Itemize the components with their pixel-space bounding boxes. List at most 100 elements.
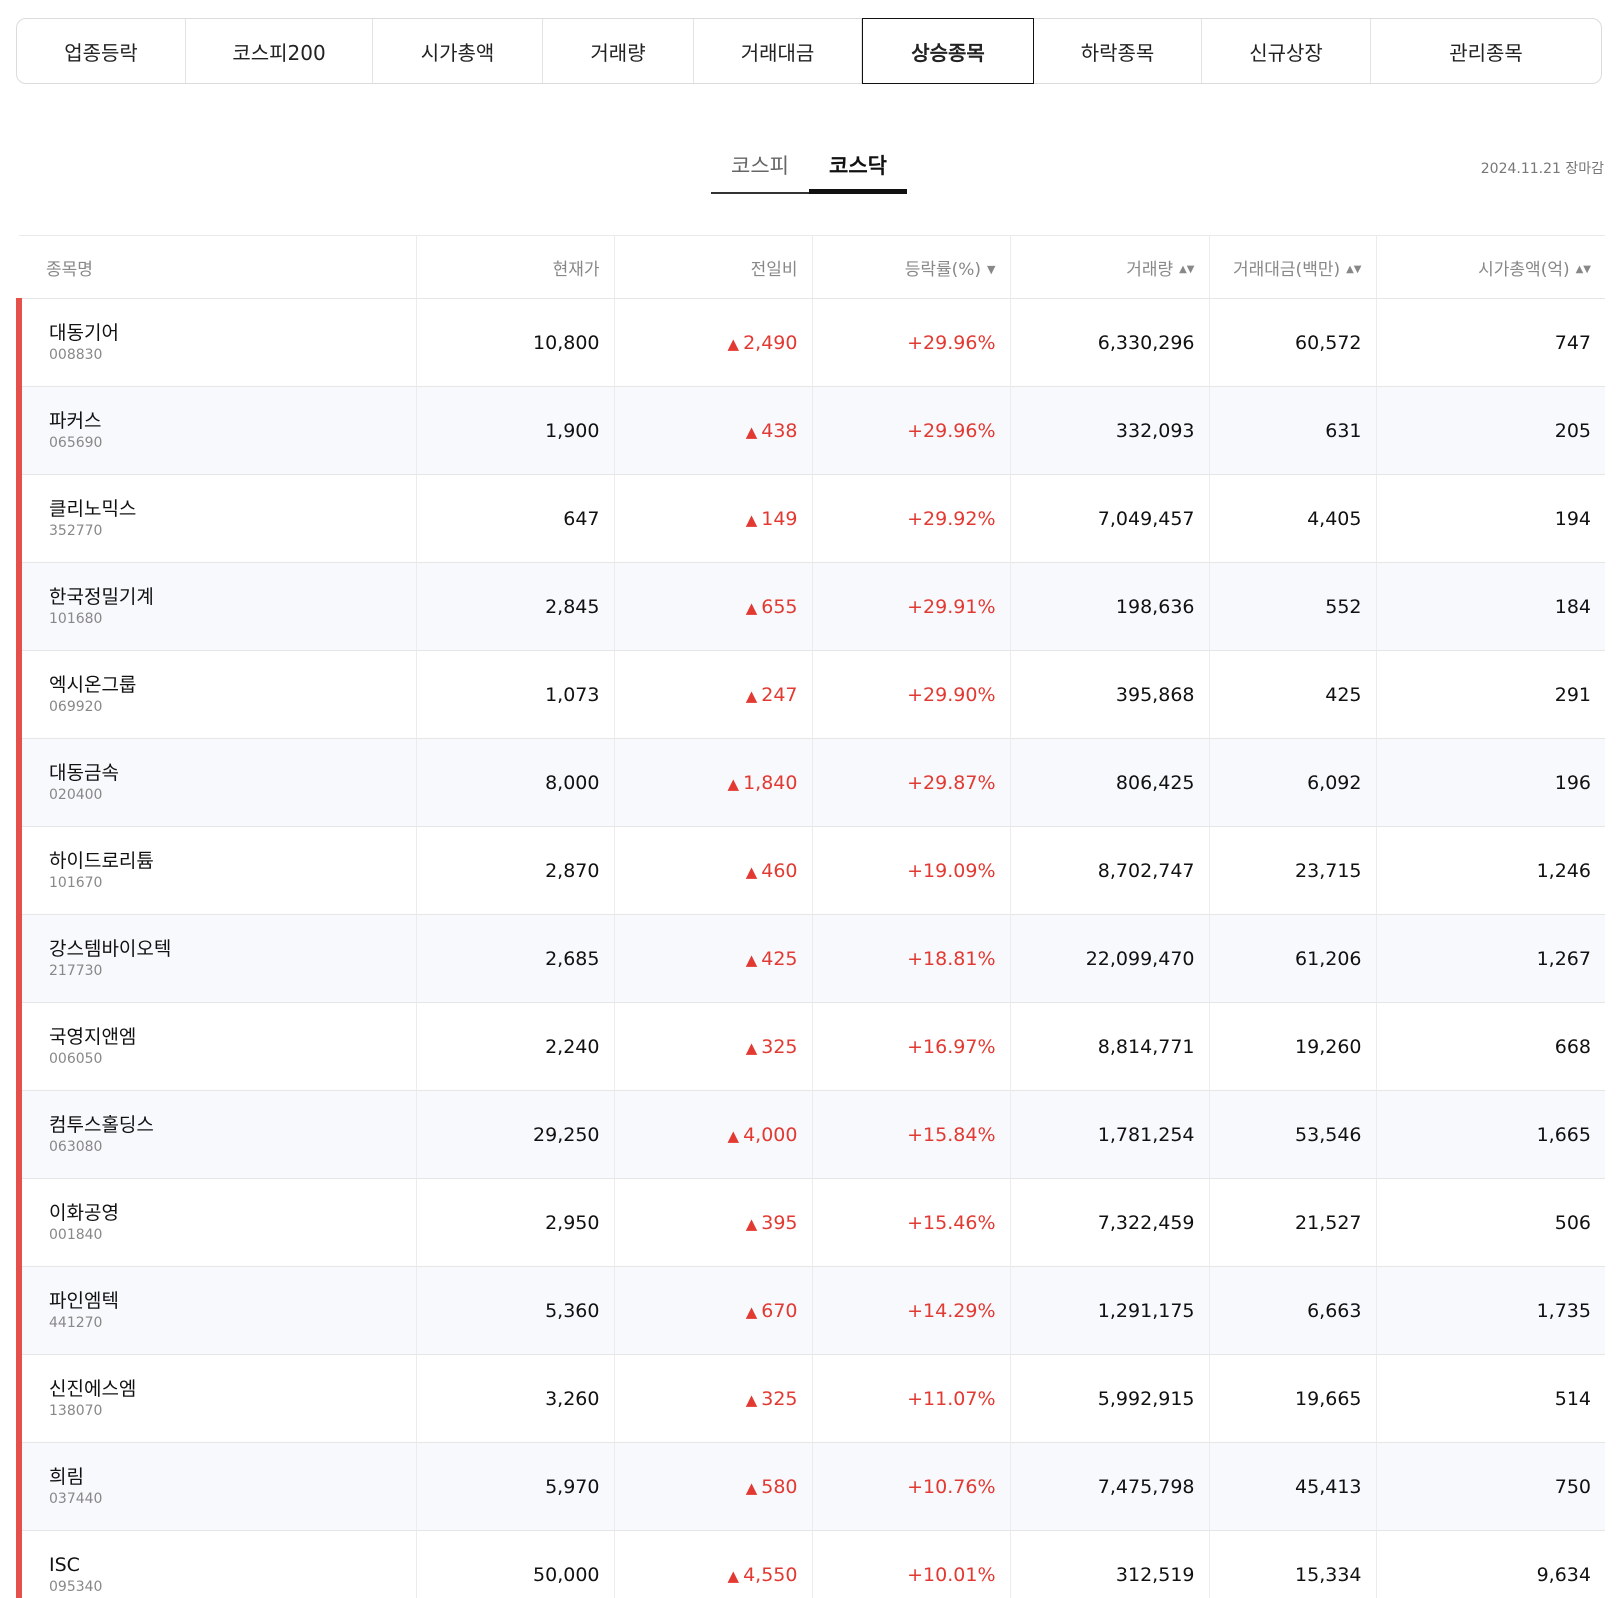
table-row[interactable]: 하이드로리튬 101670 2,870 ▲ 460 +19.09% 8,702,747 23,… (16, 826, 1605, 915)
tab-rising[interactable]: 상승종목 (862, 18, 1034, 84)
stock-name-cell[interactable]: 신진에스엠 138070 (16, 1354, 417, 1443)
volume-cell: 312,519 (1010, 1530, 1210, 1598)
stock-name-cell[interactable]: 하이드로리튬 101670 (16, 826, 417, 915)
rate-cell: +15.84% (812, 1090, 1011, 1179)
stock-name-cell[interactable]: 파커스 065690 (16, 386, 417, 475)
sort-desc-icon: ▼ (987, 263, 996, 276)
amount-cell: 60,572 (1209, 298, 1377, 387)
table-row[interactable]: 희림 037440 5,970 ▲ 580 +10.76% 7,475,798 45,413 7… (16, 1442, 1605, 1531)
mcap-cell: 506 (1376, 1178, 1605, 1267)
tab-kospi200[interactable]: 코스피200 (186, 19, 373, 83)
stock-name-cell[interactable]: 대동금속 020400 (16, 738, 417, 827)
market-tab-bar: 코스피 코스닥 (711, 140, 907, 194)
stock-name-cell[interactable]: ISC 095340 (16, 1530, 417, 1598)
stock-name[interactable]: 신진에스엠 (49, 1377, 402, 1401)
stock-name-cell[interactable]: 한국정밀기계 101680 (16, 562, 417, 651)
change-cell: ▲ 460 (614, 826, 813, 915)
rate-cell: +14.29% (812, 1266, 1011, 1355)
stock-name[interactable]: 한국정밀기계 (49, 585, 402, 609)
table-row[interactable]: 이화공영 001840 2,950 ▲ 395 +15.46% 7,322,459 21,52… (16, 1178, 1605, 1267)
stock-name[interactable]: 희림 (49, 1465, 402, 1489)
stock-name-cell[interactable]: 클리노믹스 352770 (16, 474, 417, 563)
table-row[interactable]: 파인엠텍 441270 5,360 ▲ 670 +14.29% 1,291,175 6,663… (16, 1266, 1605, 1355)
mcap-cell: 1,665 (1376, 1090, 1605, 1179)
table-row[interactable]: 한국정밀기계 101680 2,845 ▲ 655 +29.91% 198,636 552 18… (16, 562, 1605, 651)
stock-name[interactable]: 대동금속 (49, 761, 402, 785)
tab-falling[interactable]: 하락종목 (1034, 19, 1202, 83)
price-cell: 5,360 (416, 1266, 615, 1355)
tab-market-cap[interactable]: 시가총액 (373, 19, 543, 83)
stock-name[interactable]: 국영지앤엠 (49, 1025, 402, 1049)
up-arrow-icon: ▲ (745, 1478, 758, 1497)
stock-name[interactable]: 파인엠텍 (49, 1289, 402, 1313)
up-arrow-icon: ▲ (745, 422, 758, 441)
table-row[interactable]: 컴투스홀딩스 063080 29,250 ▲ 4,000 +15.84% 1,781,254… (16, 1090, 1605, 1179)
amount-cell: 15,334 (1209, 1530, 1377, 1598)
mcap-cell: 747 (1376, 298, 1605, 387)
stock-name[interactable]: 엑시온그룹 (49, 673, 402, 697)
tab-new-listing[interactable]: 신규상장 (1202, 19, 1371, 83)
table-row[interactable]: 클리노믹스 352770 647 ▲ 149 +29.92% 7,049,457 4,405 1… (16, 474, 1605, 563)
table-row[interactable]: 대동금속 020400 8,000 ▲ 1,840 +29.87% 806,425 6,092… (16, 738, 1605, 827)
tab-managed[interactable]: 관리종목 (1371, 19, 1601, 83)
category-tab-bar: 업종등락 코스피200 시가총액 거래량 거래대금 상승종목 하락종목 신규상장… (16, 18, 1602, 84)
stock-name[interactable]: 컴투스홀딩스 (49, 1113, 402, 1137)
stock-name[interactable]: 강스템바이오텍 (49, 937, 402, 961)
volume-cell: 7,322,459 (1010, 1178, 1210, 1267)
stock-name[interactable]: 파커스 (49, 409, 402, 433)
tab-volume[interactable]: 거래량 (543, 19, 694, 83)
table-row[interactable]: 신진에스엠 138070 3,260 ▲ 325 +11.07% 5,992,915 19,6… (16, 1354, 1605, 1443)
stock-name-cell[interactable]: 강스템바이오텍 217730 (16, 914, 417, 1003)
volume-cell: 1,781,254 (1010, 1090, 1210, 1179)
stock-name-cell[interactable]: 이화공영 001840 (16, 1178, 417, 1267)
change-value: 2,490 (743, 331, 798, 354)
rate-cell: +10.76% (812, 1442, 1011, 1531)
amount-cell: 45,413 (1209, 1442, 1377, 1531)
price-cell: 5,970 (416, 1442, 615, 1531)
stock-name[interactable]: ISC (49, 1553, 402, 1577)
price-cell: 50,000 (416, 1530, 615, 1598)
col-header-amount[interactable]: 거래대금(백만) ▲▼ (1209, 235, 1377, 299)
up-arrow-icon: ▲ (745, 1302, 758, 1321)
price-cell: 8,000 (416, 738, 615, 827)
table-row[interactable]: ISC 095340 50,000 ▲ 4,550 +10.01% 312,519 15,33… (16, 1530, 1605, 1598)
tab-kospi[interactable]: 코스피 (711, 140, 809, 194)
stock-name[interactable]: 대동기어 (49, 321, 402, 345)
stock-name[interactable]: 클리노믹스 (49, 497, 402, 521)
change-cell: ▲ 1,840 (614, 738, 813, 827)
stock-name-cell[interactable]: 희림 037440 (16, 1442, 417, 1531)
stock-name-cell[interactable]: 국영지앤엠 006050 (16, 1002, 417, 1091)
stock-table: 종목명 현재가 전일비 등락률(%) ▼ 거래량 ▲▼ 거래대금(백만) ▲▼ 시가총… (16, 235, 1605, 1598)
price-cell: 29,250 (416, 1090, 615, 1179)
mcap-cell: 1,735 (1376, 1266, 1605, 1355)
volume-cell: 1,291,175 (1010, 1266, 1210, 1355)
stock-name-cell[interactable]: 대동기어 008830 (16, 298, 417, 387)
tab-sector[interactable]: 업종등락 (17, 19, 186, 83)
rate-cell: +15.46% (812, 1178, 1011, 1267)
col-header-mcap[interactable]: 시가총액(억) ▲▼ (1376, 235, 1605, 299)
mcap-cell: 205 (1376, 386, 1605, 475)
up-arrow-icon: ▲ (745, 686, 758, 705)
volume-cell: 332,093 (1010, 386, 1210, 475)
table-row[interactable]: 강스템바이오텍 217730 2,685 ▲ 425 +18.81% 22,099,470 6… (16, 914, 1605, 1003)
change-value: 4,550 (743, 1563, 798, 1586)
stock-name[interactable]: 하이드로리튬 (49, 849, 402, 873)
table-row[interactable]: 대동기어 008830 10,800 ▲ 2,490 +29.96% 6,330,296 60… (16, 298, 1605, 387)
amount-cell: 631 (1209, 386, 1377, 475)
table-row[interactable]: 국영지앤엠 006050 2,240 ▲ 325 +16.97% 8,814,771 19,2… (16, 1002, 1605, 1091)
tab-trade-amount[interactable]: 거래대금 (694, 19, 862, 83)
stock-name-cell[interactable]: 컴투스홀딩스 063080 (16, 1090, 417, 1179)
col-header-rate[interactable]: 등락률(%) ▼ (812, 235, 1011, 299)
stock-name-cell[interactable]: 파인엠텍 441270 (16, 1266, 417, 1355)
stock-name-cell[interactable]: 엑시온그룹 069920 (16, 650, 417, 739)
stock-name[interactable]: 이화공영 (49, 1201, 402, 1225)
rate-cell: +11.07% (812, 1354, 1011, 1443)
col-header-volume[interactable]: 거래량 ▲▼ (1010, 235, 1210, 299)
change-value: 325 (761, 1387, 798, 1410)
tab-kosdaq[interactable]: 코스닥 (809, 140, 907, 194)
col-header-change: 전일비 (614, 235, 813, 299)
rate-cell: +29.91% (812, 562, 1011, 651)
table-row[interactable]: 엑시온그룹 069920 1,073 ▲ 247 +29.90% 395,868 425 291 (16, 650, 1605, 739)
price-cell: 2,950 (416, 1178, 615, 1267)
table-row[interactable]: 파커스 065690 1,900 ▲ 438 +29.96% 332,093 631 205 (16, 386, 1605, 475)
